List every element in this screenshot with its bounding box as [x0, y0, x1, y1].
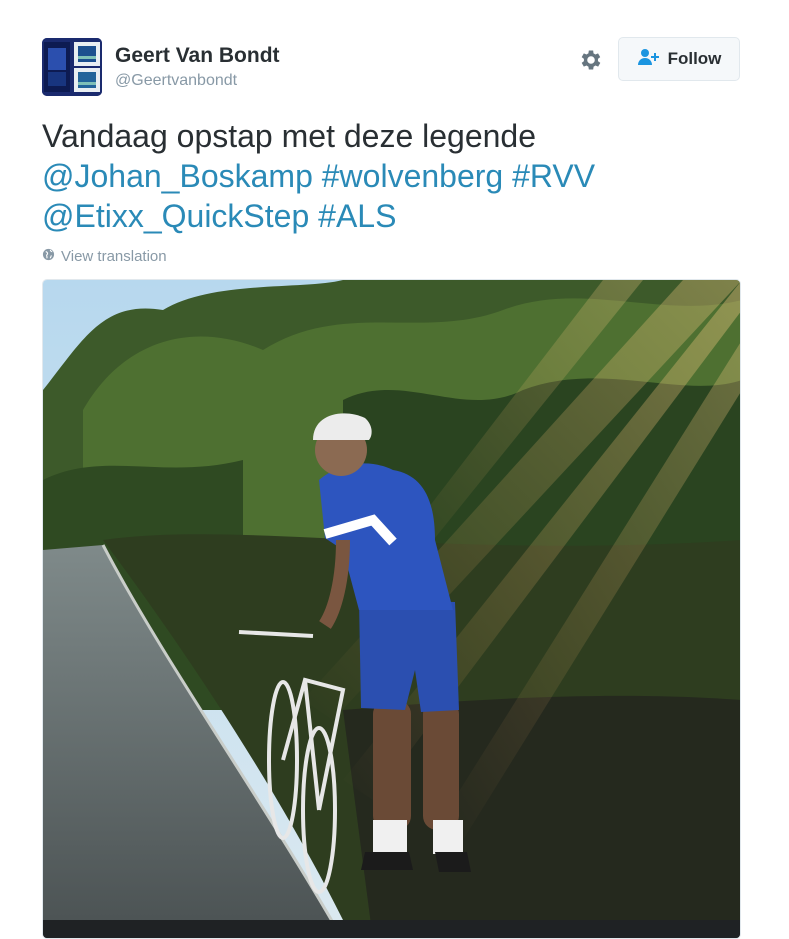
hashtag-link[interactable]: #wolvenberg: [322, 158, 503, 194]
author-handle[interactable]: @Geertvanbondt: [115, 72, 237, 90]
hashtag-link[interactable]: #RVV: [512, 158, 595, 194]
tweet-photo[interactable]: [42, 279, 741, 939]
gear-icon[interactable]: [578, 47, 604, 73]
tweet-text: Vandaag opstap met deze legende @Johan_B…: [42, 116, 742, 236]
tweet-line-2: @Johan_Boskamp #wolvenberg #RVV: [42, 156, 742, 196]
view-translation-label: View translation: [61, 248, 167, 265]
tweet-line-3: @Etixx_QuickStep #ALS: [42, 196, 742, 236]
author-name[interactable]: Geert Van Bondt: [115, 44, 280, 68]
follow-label: Follow: [667, 49, 722, 68]
add-user-icon: [637, 48, 661, 71]
tweet-plain-text: Vandaag opstap met deze legende: [42, 118, 537, 154]
mention-link[interactable]: @Etixx_QuickStep: [42, 198, 309, 234]
mention-link[interactable]: @Johan_Boskamp: [42, 158, 313, 194]
avatar[interactable]: [42, 38, 102, 96]
hashtag-link[interactable]: #ALS: [318, 198, 396, 234]
globe-icon: [42, 248, 55, 265]
tweet-line-1: Vandaag opstap met deze legende: [42, 116, 742, 156]
view-translation-link[interactable]: View translation: [42, 248, 167, 265]
follow-button[interactable]: Follow: [618, 37, 740, 81]
